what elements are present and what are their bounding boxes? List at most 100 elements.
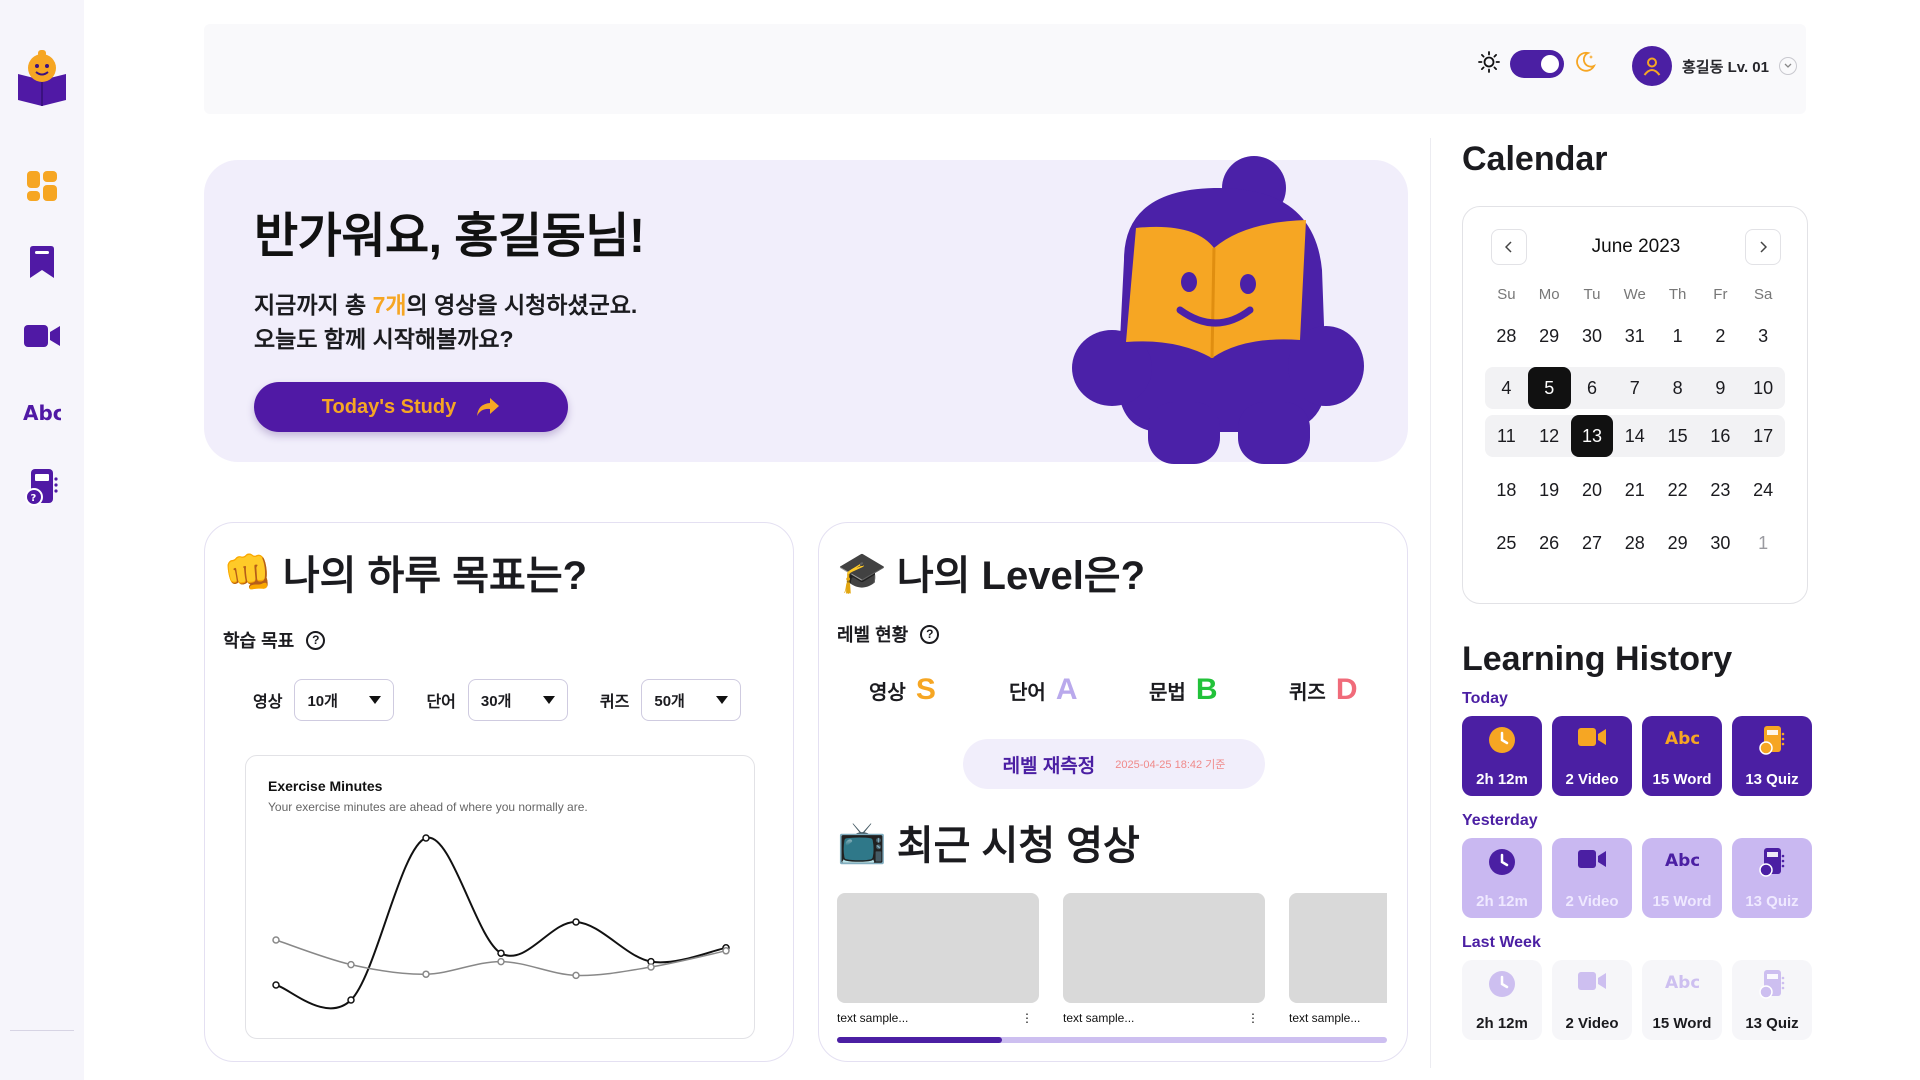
calendar-day[interactable]: 14 (1613, 415, 1656, 457)
goal-word-value: 30개 (480, 692, 512, 710)
more-vertical-icon[interactable]: ⋮ (1021, 1011, 1033, 1025)
video-card[interactable]: text sample...⋮ (1063, 893, 1265, 1025)
calendar-day[interactable]: 28 (1485, 315, 1528, 357)
calendar-day[interactable]: 1 (1742, 522, 1785, 564)
history-row: 2h 12m 2 Video Abc 15 Word 13 Quiz (1462, 960, 1812, 1040)
calendar-day[interactable]: 25 (1485, 522, 1528, 564)
calendar-day[interactable]: 15 (1656, 415, 1699, 457)
calendar-day[interactable]: 19 (1528, 469, 1571, 511)
more-vertical-icon[interactable]: ⋮ (1247, 1011, 1259, 1025)
moon-icon (1574, 51, 1597, 77)
calendar-day[interactable]: 9 (1699, 367, 1742, 409)
level-card: 🎓 나의 Level은? 레벨 현황 ? 영상 S 단어 A 문법 B 퀴즈 D 레벨 … (818, 522, 1408, 1062)
calendar-day[interactable]: 5 (1527, 367, 1571, 409)
history-value: 15 Word (1652, 1015, 1712, 1032)
calendar-day[interactable]: 16 (1699, 415, 1742, 457)
calendar-day[interactable]: 13 (1570, 415, 1614, 457)
video-icon[interactable] (22, 316, 62, 356)
message-prefix: 지금까지 총 (254, 292, 373, 318)
history-tile[interactable]: 13 Quiz (1732, 716, 1812, 796)
calendar-day[interactable]: 27 (1571, 522, 1614, 564)
calendar-day[interactable]: 1 (1656, 315, 1699, 357)
calendar-day[interactable]: 18 (1485, 469, 1528, 511)
chevron-down-icon[interactable] (1778, 57, 1797, 75)
video-icon (1578, 970, 1606, 996)
calendar-day[interactable]: 30 (1699, 522, 1742, 564)
data-point (572, 971, 580, 980)
calendar-day[interactable]: 20 (1571, 469, 1614, 511)
dark-mode-switch[interactable] (1510, 50, 1564, 78)
history-tile[interactable]: 2h 12m (1462, 960, 1542, 1040)
svg-text:Abc: Abc (1665, 973, 1699, 992)
calendar-day[interactable]: 2 (1699, 315, 1742, 357)
remeasure-date: 2025-04-25 18:42 기준 (1115, 759, 1226, 771)
calendar-day[interactable]: 22 (1656, 469, 1699, 511)
history-tile[interactable]: 2h 12m (1462, 838, 1542, 918)
calendar-day[interactable]: 29 (1656, 522, 1699, 564)
calendar-day[interactable]: 31 (1613, 315, 1656, 357)
history-tile[interactable]: Abc 15 Word (1642, 960, 1722, 1040)
history-tile[interactable]: 2 Video (1552, 960, 1632, 1040)
history-row: 2h 12m 2 Video Abc 15 Word 13 Quiz (1462, 838, 1812, 918)
svg-text:Abc: Abc (1665, 851, 1699, 870)
history-tile[interactable]: 2 Video (1552, 716, 1632, 796)
calendar-day[interactable]: 21 (1613, 469, 1656, 511)
clock-icon (1488, 848, 1516, 880)
todays-study-button[interactable]: Today's Study (254, 382, 568, 432)
goal-quiz-select[interactable]: 50개 (641, 679, 742, 721)
videos-scrollbar[interactable] (837, 1037, 1387, 1043)
history-tile[interactable]: 2 Video (1552, 838, 1632, 918)
level-title-text: 나의 Level은? (896, 554, 1146, 598)
calendar-day[interactable]: 4 (1485, 367, 1528, 409)
calendar-day[interactable]: 6 (1571, 367, 1614, 409)
tv-icon: 📺 (837, 820, 887, 865)
help-icon[interactable]: ? (920, 624, 940, 644)
history-tile[interactable]: Abc 15 Word (1642, 838, 1722, 918)
bookmark-icon[interactable] (22, 242, 62, 282)
recent-videos-title-text: 최근 시청 영상 (896, 824, 1140, 868)
calendar-day[interactable]: 28 (1613, 522, 1656, 564)
history-tile[interactable]: 2h 12m (1462, 716, 1542, 796)
calendar-day[interactable]: 3 (1742, 315, 1785, 357)
history-tile[interactable]: 13 Quiz (1732, 838, 1812, 918)
abc-icon[interactable]: Abc (22, 392, 62, 432)
level-word-grade: A (1055, 673, 1078, 706)
chevron-left-icon[interactable] (1491, 229, 1527, 265)
calendar-day[interactable]: 26 (1528, 522, 1571, 564)
history-tile[interactable]: 13 Quiz (1732, 960, 1812, 1040)
data-point (497, 949, 505, 957)
calendar-day[interactable]: 23 (1699, 469, 1742, 511)
video-caption: text sample... (837, 1011, 909, 1025)
calendar-day[interactable]: 30 (1571, 315, 1614, 357)
profile-menu[interactable]: 홍길동 Lv. 01 (1632, 46, 1797, 86)
quiz-icon (1759, 848, 1785, 882)
weekday-header: Su Mo Tu We Th Fr Sa (1485, 281, 1785, 309)
level-remeasure-button[interactable]: 레벨 재측정 2025-04-25 18:42 기준 (963, 739, 1265, 789)
calendar-day[interactable]: 8 (1656, 367, 1699, 409)
level-grammar: 문법 B (1149, 673, 1289, 707)
calendar-day[interactable]: 17 (1742, 415, 1785, 457)
calendar-day[interactable]: 10 (1742, 367, 1785, 409)
calendar-grid: Su Mo Tu We Th Fr Sa 28 29 30 31 1 2 3 4 5 6 7 8 9 10 11 12 13 1… (1485, 281, 1785, 569)
welcome-banner: 반가워요, 홍길동님! 지금까지 총 7개의 영상을 시청하셨군요. 오늘도 함… (204, 156, 1408, 464)
calendar-day[interactable]: 7 (1613, 367, 1656, 409)
calendar-day[interactable]: 12 (1528, 415, 1571, 457)
video-card[interactable]: text sample... ⋮ (837, 893, 1039, 1025)
chevron-right-icon[interactable] (1745, 229, 1781, 265)
calendar-day[interactable]: 29 (1528, 315, 1571, 357)
calendar-day[interactable]: 24 (1742, 469, 1785, 511)
quiz-icon (1759, 726, 1785, 760)
message-line2: 오늘도 함께 시작해볼까요? (254, 326, 514, 352)
scrollbar-thumb[interactable] (837, 1037, 1002, 1043)
abc-icon: Abc (1665, 726, 1700, 752)
quiz-icon[interactable]: ? (22, 468, 62, 508)
goal-video-select[interactable]: 10개 (294, 679, 395, 721)
calendar-day[interactable]: 11 (1485, 415, 1528, 457)
help-icon[interactable]: ? (306, 630, 326, 650)
goal-word-select[interactable]: 30개 (467, 679, 568, 721)
video-card[interactable]: text sample...⋮ (1289, 893, 1387, 1025)
calendar-week: 11 12 13 14 15 16 17 (1485, 415, 1785, 457)
app-logo[interactable] (16, 50, 68, 106)
history-tile[interactable]: Abc 15 Word (1642, 716, 1722, 796)
dashboard-icon[interactable] (22, 166, 62, 206)
